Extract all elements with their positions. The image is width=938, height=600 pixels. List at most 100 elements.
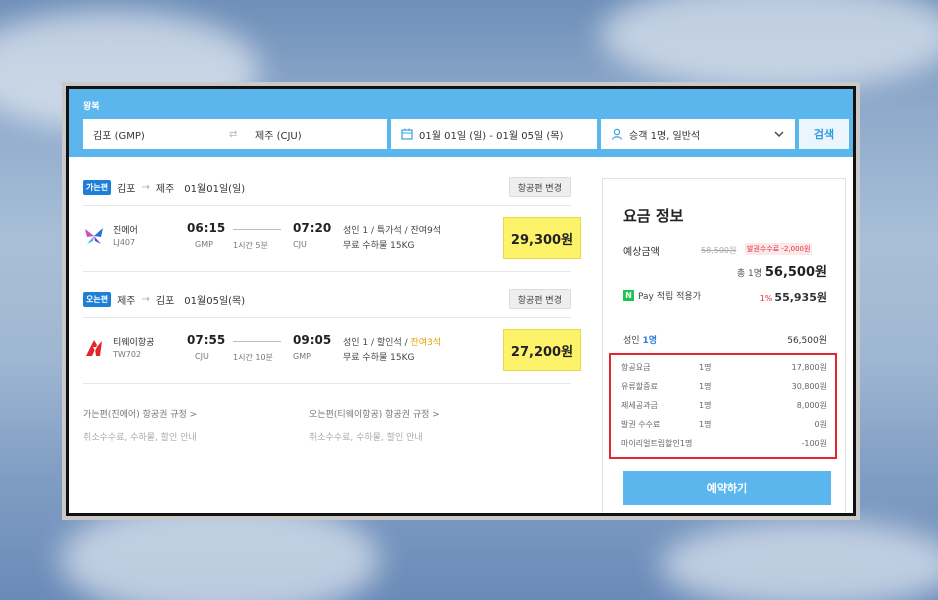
issue-fee-badge: 발권수수료 -2,000원 bbox=[745, 243, 813, 255]
original-price: 58,500원 bbox=[701, 246, 737, 255]
inbound-rules-sub: 취소수수료, 수하물, 할인 안내 bbox=[309, 433, 423, 443]
fare-breakdown: 항공요금 1명 17,800원 유류할증료 1명 30,800원 제세공과금 1명 8,00… bbox=[609, 353, 837, 459]
breakdown-row: 마이리얼트립할인1명 -100원 bbox=[621, 438, 827, 452]
breakdown-value: -100원 bbox=[801, 439, 827, 448]
inbound-rules-link[interactable]: 오는편(티웨이항공) 항공권 규정 > bbox=[309, 407, 440, 420]
trip-type-label: 왕복 bbox=[83, 102, 100, 112]
outbound-rules[interactable]: 가는편(진에어) 항공권 규정 > 취소수수료, 수하물, 할인 안내 bbox=[83, 407, 197, 443]
date-range-value: 01월 01일 (일) - 01월 05일 (목) bbox=[419, 130, 564, 142]
npay-value: 1% 55,935원 bbox=[760, 289, 827, 305]
outbound-flight-number: LJ407 bbox=[113, 238, 136, 247]
book-button[interactable]: 예약하기 bbox=[623, 471, 831, 505]
npay-percent: 1% bbox=[759, 294, 773, 303]
breakdown-label: 유류할증료 bbox=[621, 382, 658, 391]
estimate-label: 예상금액 bbox=[623, 247, 660, 258]
outbound-origin: 김포 bbox=[117, 183, 136, 195]
search-bar: 왕복 김포 (GMP) ⇄ 제주 (CJU) 01월 01일 (일) - 01월… bbox=[69, 89, 853, 157]
breakdown-label: 제세공과금 bbox=[621, 401, 658, 410]
outbound-seat-info: 성인 1 / 특가석 / 잔여9석 bbox=[343, 226, 442, 236]
inbound-seat-info: 성인 1 / 할인석 / 잔여3석 bbox=[343, 335, 441, 348]
breakdown-count: 1명 bbox=[699, 420, 712, 429]
tway-logo-icon bbox=[83, 337, 105, 359]
fare-panel: 요금 정보 예상금액 58,500원 발권수수료 -2,000원 총 1명 56… bbox=[602, 178, 846, 513]
jinair-logo-icon bbox=[83, 225, 105, 247]
seats-remaining: 잔여3석 bbox=[410, 338, 442, 348]
inbound-departure-time: 07:55 bbox=[187, 333, 226, 347]
inbound-date: 01월05일(목) bbox=[184, 295, 246, 307]
outbound-date: 01월01일(일) bbox=[184, 183, 246, 195]
inbound-rules[interactable]: 오는편(티웨이항공) 항공권 규정 > 취소수수료, 수하물, 할인 안내 bbox=[309, 407, 440, 443]
breakdown-row: 제세공과금 1명 8,000원 bbox=[621, 400, 827, 414]
arrow-right-icon: → bbox=[141, 181, 150, 193]
inbound-badge: 오는편 bbox=[83, 291, 112, 307]
search-button[interactable]: 검색 bbox=[799, 119, 849, 149]
inbound-header: 오는편 제주 → 김포 01월05일(목) 항공편 변경 bbox=[83, 287, 571, 311]
outbound-arrival-code: CJU bbox=[293, 240, 307, 249]
breakdown-row: 항공요금 1명 17,800원 bbox=[621, 362, 827, 376]
outbound-badge: 가는편 bbox=[83, 179, 112, 195]
outbound-rules-link[interactable]: 가는편(진에어) 항공권 규정 > bbox=[83, 407, 197, 420]
inbound-duration: 1시간 10분 bbox=[233, 353, 273, 362]
breakdown-count: 1명 bbox=[699, 382, 712, 391]
person-icon bbox=[611, 128, 623, 140]
outbound-duration: 1시간 5분 bbox=[233, 241, 268, 250]
booking-window: 왕복 김포 (GMP) ⇄ 제주 (CJU) 01월 01일 (일) - 01월… bbox=[66, 86, 856, 516]
outbound-arrival-time: 07:20 bbox=[293, 221, 332, 235]
total-prefix: 총 1명 bbox=[736, 269, 762, 279]
origin-field[interactable]: 김포 (GMP) bbox=[93, 127, 145, 142]
inbound-departure-code: CJU bbox=[195, 352, 209, 361]
adult-count: 1명 bbox=[642, 336, 657, 346]
breakdown-value: 0원 bbox=[814, 420, 827, 429]
inbound-destination: 김포 bbox=[155, 295, 175, 307]
inbound-arrival-code: GMP bbox=[293, 352, 311, 361]
fare-title: 요금 정보 bbox=[623, 207, 684, 225]
total-amount: 56,500원 bbox=[764, 265, 827, 280]
destination-field[interactable]: 제주 (CJU) bbox=[255, 127, 302, 142]
outbound-departure-time: 06:15 bbox=[187, 221, 226, 235]
inbound-change-button[interactable]: 항공편 변경 bbox=[508, 289, 571, 309]
inbound-flight-row[interactable]: 티웨이항공 TW702 07:55 09:05 CJU 1시간 10분 GMP … bbox=[83, 325, 581, 375]
outbound-airline: 진에어 bbox=[113, 226, 138, 236]
divider bbox=[83, 205, 571, 206]
inbound-price[interactable]: 27,200원 bbox=[503, 329, 581, 371]
outbound-price[interactable]: 29,300원 bbox=[503, 217, 581, 259]
outbound-departure-code: GMP bbox=[195, 240, 213, 249]
date-field[interactable]: 01월 01일 (일) - 01월 05일 (목) bbox=[391, 119, 597, 149]
inbound-arrival-time: 09:05 bbox=[293, 333, 332, 347]
divider bbox=[83, 271, 571, 272]
outbound-destination: 제주 bbox=[155, 183, 175, 195]
breakdown-label: 발권 수수료 bbox=[621, 420, 661, 429]
passenger-field[interactable]: 승객 1명, 일반석 bbox=[601, 119, 795, 149]
npay-row: N Pay 적립 적용가 bbox=[623, 289, 701, 302]
outbound-header: 가는편 김포 → 제주 01월01일(일) 항공편 변경 bbox=[83, 175, 571, 199]
breakdown-value: 30,800원 bbox=[791, 382, 827, 391]
cloud bbox=[660, 520, 938, 600]
breakdown-label: 항공요금 bbox=[621, 363, 651, 372]
outbound-rules-sub: 취소수수료, 수하물, 할인 안내 bbox=[83, 433, 197, 443]
cloud bbox=[600, 0, 938, 90]
flight-line bbox=[233, 229, 281, 230]
swap-icon[interactable]: ⇄ bbox=[229, 129, 237, 140]
divider bbox=[83, 317, 571, 318]
passenger-value: 승객 1명, 일반석 bbox=[629, 130, 701, 142]
calendar-icon bbox=[401, 128, 413, 140]
seat-class-text: 성인 1 / 할인석 / bbox=[343, 338, 411, 348]
naver-pay-icon: N bbox=[623, 290, 634, 301]
flight-line bbox=[233, 341, 281, 342]
total-price: 총 1명 56,500원 bbox=[737, 261, 827, 280]
breakdown-value: 17,800원 bbox=[791, 363, 827, 372]
screenshot-frame: 왕복 김포 (GMP) ⇄ 제주 (CJU) 01월 01일 (일) - 01월… bbox=[62, 82, 860, 520]
adult-row: 성인 1명 bbox=[623, 333, 657, 346]
chevron-down-icon[interactable] bbox=[773, 128, 785, 143]
breakdown-label: 마이리얼트립할인1명 bbox=[621, 439, 693, 448]
inbound-flight-number: TW702 bbox=[113, 350, 142, 359]
outbound-flight-row[interactable]: 진에어 LJ407 06:15 07:20 GMP 1시간 5분 CJU 성인 … bbox=[83, 213, 581, 263]
outbound-change-button[interactable]: 항공편 변경 bbox=[508, 177, 571, 197]
breakdown-row: 발권 수수료 1명 0원 bbox=[621, 419, 827, 433]
route-field[interactable]: 김포 (GMP) ⇄ 제주 (CJU) bbox=[83, 119, 387, 149]
inbound-origin: 제주 bbox=[117, 295, 136, 307]
inbound-airline: 티웨이항공 bbox=[113, 338, 155, 348]
breakdown-row: 유류할증료 1명 30,800원 bbox=[621, 381, 827, 395]
inbound-baggage: 무료 수하물 15KG bbox=[343, 353, 415, 363]
npay-amount: 55,935원 bbox=[774, 291, 827, 304]
